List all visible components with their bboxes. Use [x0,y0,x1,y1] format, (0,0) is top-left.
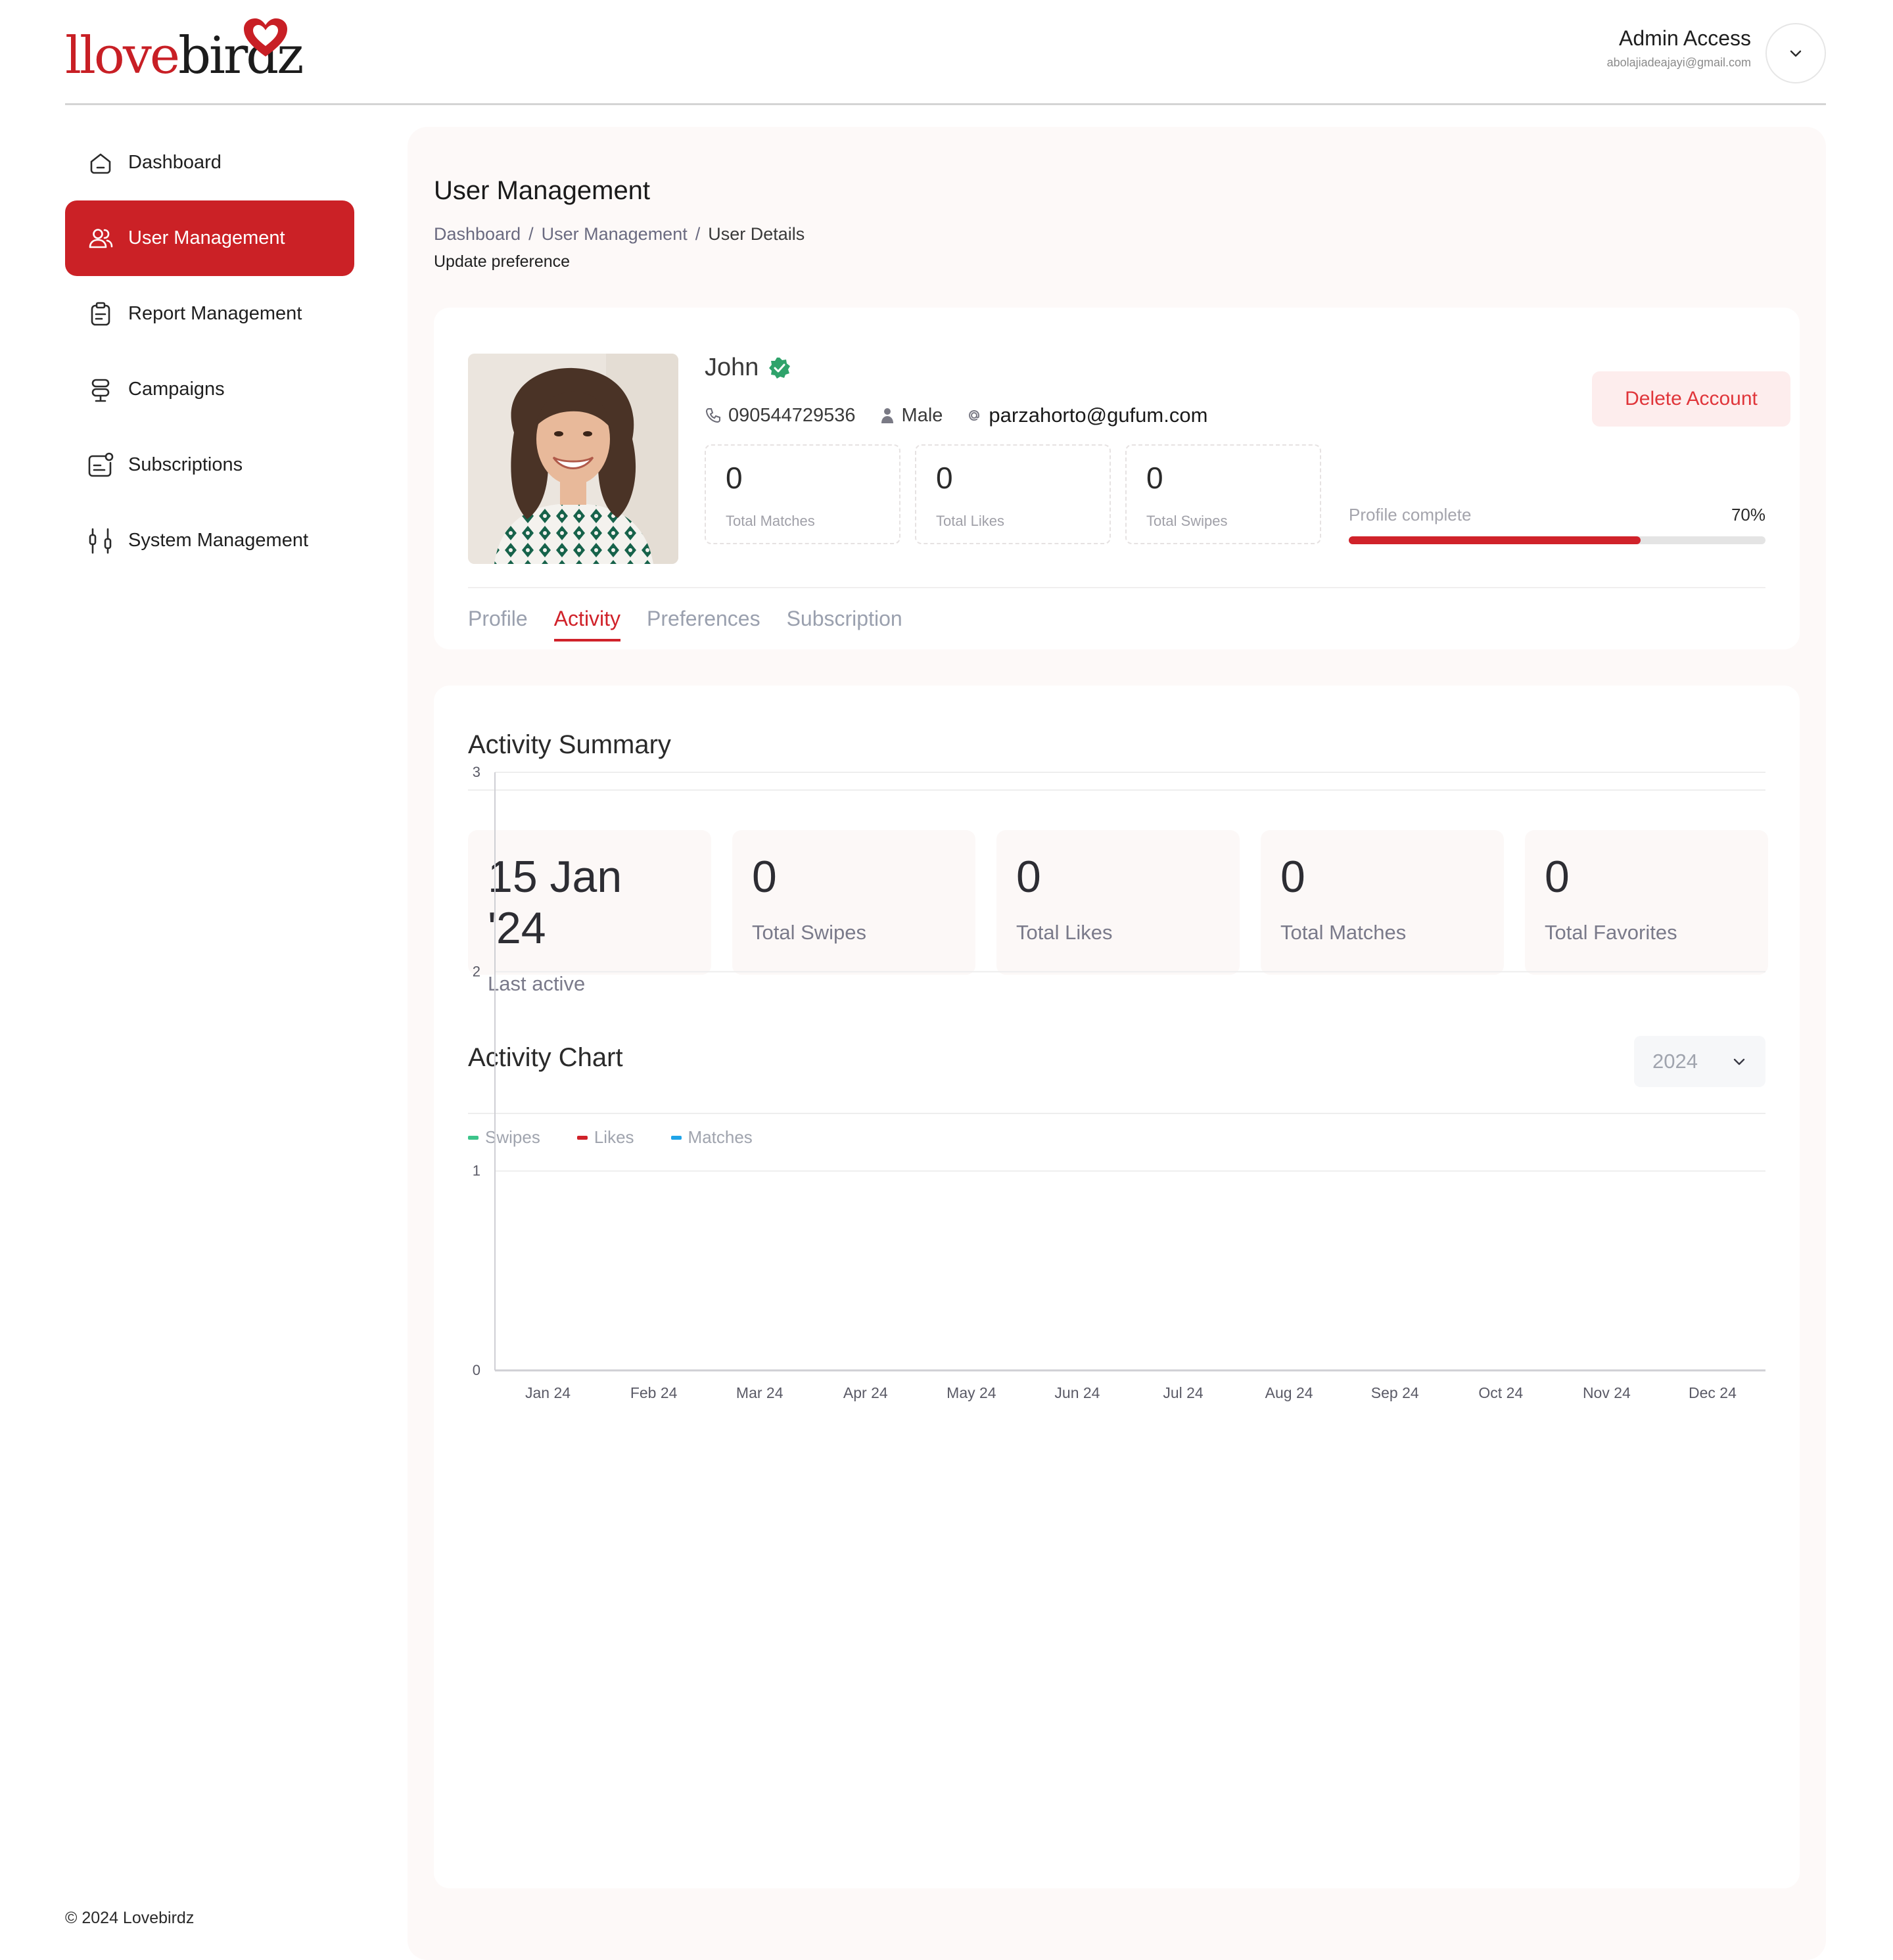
admin-info: Admin Access abolajiadeajayi@gmail.com [1607,26,1751,70]
stat-total-swipes: 0 Total Swipes [1125,444,1321,544]
tab-preferences[interactable]: Preferences [647,607,760,642]
top-bar: llovebirdz Admin Access abolajiadeajayi@… [0,0,1893,105]
profile-complete-fill [1349,536,1641,544]
sidebar-item-label: Report Management [128,303,302,324]
profile-complete-label: Profile complete [1349,505,1472,525]
admin-name: Admin Access [1619,26,1751,50]
sidebar-item-campaigns[interactable]: Campaigns [65,352,354,427]
email-value[interactable]: parzahorto@gufum.com [989,404,1207,427]
sidebar-item-report-management[interactable]: Report Management [65,276,354,352]
stat-label: Total Swipes [1146,513,1228,529]
phone-number: 090544729536 [728,404,856,426]
phone-icon [705,408,720,423]
heart-icon [244,18,287,57]
breadcrumb-user-management[interactable]: User Management [542,224,688,245]
stat-total-matches: 0 Total Matches [705,444,900,544]
users-icon [86,224,115,253]
activity-card: Activity Summary 15 Jan '24 Last active … [434,686,1800,1888]
x-tick-label: Jun 24 [1054,1384,1100,1401]
profile-complete-bar [1349,536,1765,544]
header-divider [65,103,1826,105]
at-sign-icon [969,409,980,421]
breadcrumb-user-details: User Details [708,224,805,244]
x-tick-label: Jul 24 [1163,1384,1204,1401]
profile-card: John 090544729536 Male parzahorto@gufum.… [434,308,1800,649]
y-tick-label: 2 [473,963,480,979]
breadcrumb-dashboard[interactable]: Dashboard [434,224,521,245]
stat-value: 0 [726,461,743,495]
stat-value: 0 [936,461,953,495]
sidebar-item-label: System Management [128,530,309,551]
page-subtitle: Update preference [434,252,571,271]
home-icon [86,149,115,177]
sidebar-item-label: Campaigns [128,379,225,400]
breadcrumb: Dashboard / User Management / User Detai… [434,224,805,245]
x-tick-label: Dec 24 [1689,1384,1737,1401]
x-tick-label: Nov 24 [1583,1384,1631,1401]
subscription-icon [86,451,115,480]
profile-complete-percent: 70% [1731,505,1765,525]
clipboard-icon [86,300,115,329]
breadcrumb-separator: / [695,224,701,244]
signpost-icon [86,375,115,404]
sidebar: Dashboard User Management Report Managem… [65,125,354,578]
stat-total-likes: 0 Total Likes [915,444,1111,544]
avatar [468,354,678,564]
x-tick-label: Feb 24 [630,1384,678,1401]
sidebar-item-user-management[interactable]: User Management [65,200,354,276]
email-item: parzahorto@gufum.com [966,404,1207,427]
tab-profile[interactable]: Profile [468,607,528,642]
profile-stats: 0 Total Matches 0 Total Likes 0 Total Sw… [705,444,1321,544]
gender-item: Male [879,405,943,427]
x-tick-label: Apr 24 [843,1384,888,1401]
stat-value: 0 [1146,461,1163,495]
x-tick-label: Sep 24 [1371,1384,1419,1401]
phone-item: 090544729536 [705,405,856,427]
sidebar-item-system-management[interactable]: System Management [65,503,354,578]
breadcrumb-separator: / [528,224,534,244]
x-tick-label: Aug 24 [1265,1384,1313,1401]
sidebar-item-subscriptions[interactable]: Subscriptions [65,427,354,503]
delete-account-button[interactable]: Delete Account [1592,371,1790,427]
tab-activity[interactable]: Activity [553,607,621,642]
lovebirdz-logo[interactable]: llovebirdz [65,17,304,89]
y-tick-label: 1 [473,1163,480,1179]
stat-label: Total Likes [936,513,1004,529]
user-name: John [705,354,791,382]
person-icon [881,408,893,423]
sidebar-item-label: Dashboard [128,152,222,173]
chevron-down-icon [1790,50,1802,57]
sidebar-item-label: Subscriptions [128,454,243,475]
x-tick-label: Oct 24 [1478,1384,1523,1401]
user-name-text: John [705,354,759,381]
account-menu-button[interactable] [1765,23,1826,83]
sidebar-item-dashboard[interactable]: Dashboard [65,125,354,200]
y-tick-label: 0 [473,1362,480,1378]
x-tick-label: May 24 [947,1384,996,1401]
user-tabs: Profile Activity Preferences Subscriptio… [468,607,902,642]
page-title: User Management [434,176,651,205]
gender-value: Male [901,404,943,426]
x-tick-label: Mar 24 [736,1384,783,1401]
y-tick-label: 3 [473,764,480,780]
contact-info: 090544729536 Male parzahorto@gufum.com [705,404,1231,427]
sliders-icon [86,526,115,555]
x-tick-label: Jan 24 [525,1384,571,1401]
tab-subscription[interactable]: Subscription [787,607,902,642]
card-divider [468,587,1765,588]
copyright: © 2024 Lovebirdz [65,1909,195,1927]
stat-label: Total Matches [726,513,815,529]
activity-chart: 0 1 2 3 Jan 24 Feb 24 Mar 24 Apr 24 May 24 Jun 24… [473,764,1765,1401]
admin-email: abolajiadeajayi@gmail.com [1606,56,1751,69]
sidebar-item-label: User Management [128,227,285,248]
verified-badge-icon [769,357,791,379]
main-panel: User Management Dashboard / User Managem… [408,127,1826,1960]
